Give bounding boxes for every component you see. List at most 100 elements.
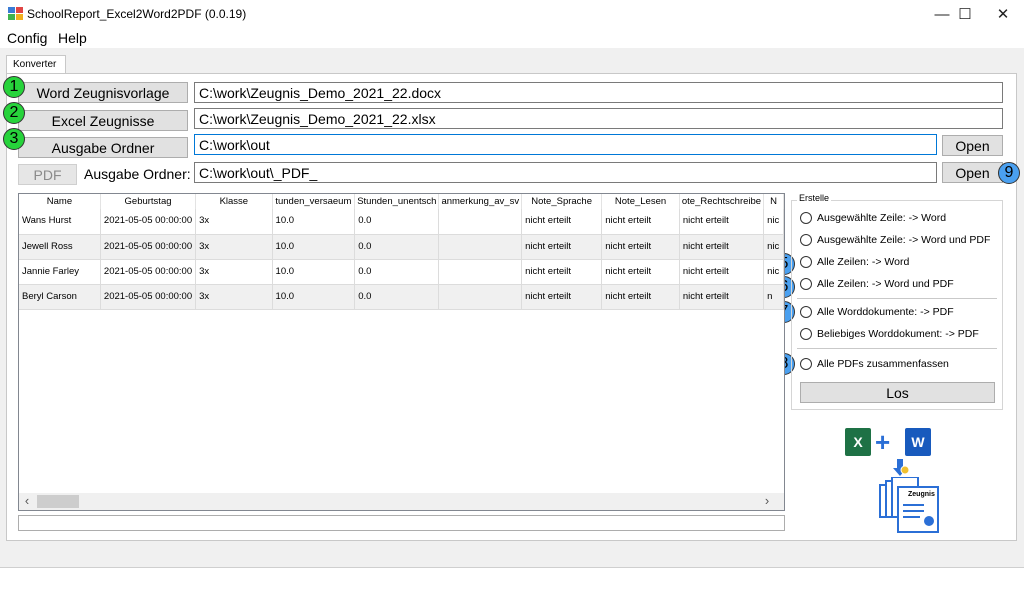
- table-cell[interactable]: Jannie Farley: [19, 259, 101, 285]
- output-folder-field[interactable]: C:\work\out: [194, 134, 937, 155]
- close-button[interactable]: ✕: [980, 0, 1024, 28]
- radio-all-word-docs-pdf[interactable]: Alle Worddokumente: -> PDF: [800, 306, 954, 318]
- radio-circle-icon[interactable]: [800, 328, 812, 340]
- table-cell[interactable]: nicht erteilt: [521, 259, 603, 285]
- table-cell[interactable]: 3x: [195, 259, 273, 285]
- column-header[interactable]: Geburtstag: [100, 194, 197, 209]
- radio-selected-row-word-pdf[interactable]: Ausgewählte Zeile: -> Word und PDF: [800, 234, 990, 246]
- menu-help[interactable]: Help: [58, 30, 87, 46]
- tab-konverter[interactable]: Konverter: [6, 55, 66, 74]
- table-cell[interactable]: 10.0: [272, 259, 356, 285]
- column-header[interactable]: Note_Sprache: [521, 194, 603, 209]
- column-header[interactable]: Klasse: [195, 194, 273, 209]
- pdf-output-field[interactable]: C:\work\out\_PDF_: [194, 162, 937, 183]
- excel-path-field[interactable]: C:\work\Zeugnis_Demo_2021_22.xlsx: [194, 108, 1003, 129]
- open-pdf-output-button[interactable]: Open: [942, 162, 1003, 183]
- radio-all-rows-word[interactable]: Alle Zeilen: -> Word: [800, 256, 909, 268]
- radio-all-rows-word-pdf[interactable]: Alle Zeilen: -> Word und PDF: [800, 278, 954, 290]
- radio-circle-icon[interactable]: [800, 234, 812, 246]
- scroll-right-arrow-icon[interactable]: ›: [759, 493, 775, 510]
- radio-circle-icon[interactable]: [800, 358, 812, 370]
- table-cell[interactable]: [438, 234, 523, 260]
- radio-circle-icon[interactable]: [800, 278, 812, 290]
- table-cell[interactable]: 2021-05-05 00:00:00: [100, 284, 197, 310]
- radio-selected-row-word[interactable]: Ausgewählte Zeile: -> Word: [800, 212, 946, 224]
- radio-label: Ausgewählte Zeile: -> Word: [817, 212, 947, 224]
- table-cell[interactable]: nicht erteilt: [601, 284, 680, 310]
- word-logo-icon: W: [905, 428, 931, 456]
- table-cell[interactable]: 10.0: [272, 284, 356, 310]
- table-cell[interactable]: [438, 209, 523, 235]
- table-cell[interactable]: 0.0: [354, 259, 440, 285]
- column-header[interactable]: ote_Rechtschreibe: [679, 194, 765, 209]
- table-cell[interactable]: 3x: [195, 284, 273, 310]
- column-header[interactable]: Name: [19, 194, 101, 209]
- excel-reports-button[interactable]: Excel Zeugnisse: [18, 110, 188, 131]
- table-cell[interactable]: 2021-05-05 00:00:00: [100, 209, 197, 235]
- data-grid[interactable]: Name Geburtstag Klasse tunden_versaeum S…: [18, 193, 785, 511]
- table-cell[interactable]: nicht erteilt: [521, 234, 603, 260]
- column-header[interactable]: anmerkung_av_sv: [438, 194, 523, 209]
- separator: [797, 298, 997, 299]
- erstelle-group: [791, 200, 1003, 410]
- column-header[interactable]: N: [763, 194, 784, 209]
- table-cell[interactable]: nic: [763, 259, 784, 285]
- table-cell[interactable]: [438, 284, 523, 310]
- table-cell[interactable]: nicht erteilt: [521, 284, 603, 310]
- scrollbar-thumb[interactable]: [37, 495, 79, 508]
- word-template-path-field[interactable]: C:\work\Zeugnis_Demo_2021_22.docx: [194, 82, 1003, 103]
- table-cell[interactable]: nicht erteilt: [521, 209, 603, 235]
- table-cell[interactable]: 0.0: [354, 284, 440, 310]
- radio-any-word-doc-pdf[interactable]: Beliebiges Worddokument: -> PDF: [800, 328, 979, 340]
- table-cell[interactable]: nicht erteilt: [679, 234, 765, 260]
- output-folder-button[interactable]: Ausgabe Ordner: [18, 137, 188, 158]
- radio-label: Alle PDFs zusammenfassen: [817, 358, 949, 370]
- table-cell[interactable]: 0.0: [354, 234, 440, 260]
- table-row[interactable]: Beryl Carson 2021-05-05 00:00:00 3x 10.0…: [19, 284, 784, 310]
- table-cell[interactable]: nicht erteilt: [601, 234, 680, 260]
- radio-label: Beliebiges Worddokument: -> PDF: [817, 328, 979, 340]
- table-cell[interactable]: nicht erteilt: [679, 284, 765, 310]
- table-cell[interactable]: nicht erteilt: [601, 209, 680, 235]
- radio-circle-icon[interactable]: [800, 212, 812, 224]
- table-cell[interactable]: nicht erteilt: [601, 259, 680, 285]
- table-cell[interactable]: nicht erteilt: [679, 209, 765, 235]
- table-cell[interactable]: nic: [763, 234, 784, 260]
- table-row[interactable]: Jannie Farley 2021-05-05 00:00:00 3x 10.…: [19, 259, 784, 285]
- erstelle-group-title: Erstelle: [797, 193, 832, 203]
- table-cell[interactable]: 2021-05-05 00:00:00: [100, 234, 197, 260]
- marker-1: 1: [3, 76, 25, 98]
- plus-icon: +: [875, 427, 891, 457]
- table-cell[interactable]: 3x: [195, 234, 273, 260]
- word-template-button[interactable]: Word Zeugnisvorlage: [18, 82, 188, 103]
- column-header[interactable]: tunden_versaeum: [272, 194, 356, 209]
- report-document-icon: Zeugnis: [878, 476, 940, 533]
- menu-config[interactable]: Config: [7, 30, 47, 46]
- table-row[interactable]: Wans Hurst 2021-05-05 00:00:00 3x 10.0 0…: [19, 209, 784, 235]
- table-cell[interactable]: n: [763, 284, 784, 310]
- horizontal-scrollbar[interactable]: ‹ ›: [19, 493, 784, 510]
- radio-label: Alle Zeilen: -> Word und PDF: [817, 278, 954, 290]
- table-cell[interactable]: 0.0: [354, 209, 440, 235]
- column-header[interactable]: Note_Lesen: [601, 194, 680, 209]
- table-row[interactable]: Jewell Ross 2021-05-05 00:00:00 3x 10.0 …: [19, 234, 784, 260]
- open-output-button[interactable]: Open: [942, 135, 1003, 156]
- table-cell[interactable]: 10.0: [272, 209, 356, 235]
- los-button[interactable]: Los: [800, 382, 995, 403]
- table-cell[interactable]: Beryl Carson: [19, 284, 101, 310]
- table-cell[interactable]: nic: [763, 209, 784, 235]
- table-cell[interactable]: nicht erteilt: [679, 259, 765, 285]
- table-cell[interactable]: [438, 259, 523, 285]
- radio-merge-pdfs[interactable]: Alle PDFs zusammenfassen: [800, 358, 949, 370]
- table-cell[interactable]: 10.0: [272, 234, 356, 260]
- table-cell[interactable]: Wans Hurst: [19, 209, 101, 235]
- scroll-left-arrow-icon[interactable]: ‹: [19, 493, 35, 510]
- table-cell[interactable]: 2021-05-05 00:00:00: [100, 259, 197, 285]
- table-header-row: Name Geburtstag Klasse tunden_versaeum S…: [19, 194, 784, 209]
- pdf-button[interactable]: PDF: [18, 164, 77, 185]
- table-cell[interactable]: Jewell Ross: [19, 234, 101, 260]
- table-cell[interactable]: 3x: [195, 209, 273, 235]
- column-header[interactable]: Stunden_unentsch: [354, 194, 440, 209]
- radio-circle-icon[interactable]: [800, 306, 812, 318]
- radio-circle-icon[interactable]: [800, 256, 812, 268]
